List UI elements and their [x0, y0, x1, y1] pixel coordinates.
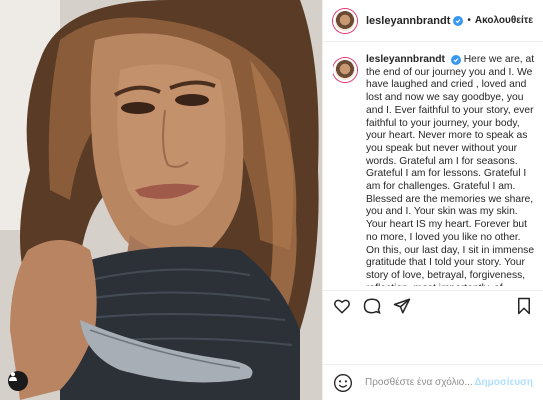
avatar[interactable] [333, 58, 357, 82]
post-sidebar: lesleyannbrandt • Ακολουθείτε lesleyannb… [322, 0, 543, 400]
smile-icon[interactable] [333, 373, 353, 393]
tagged-user-button[interactable] [8, 371, 28, 391]
separator-dot: • [467, 15, 471, 26]
post-comment-button[interactable]: Δημοσίευση [474, 377, 533, 388]
caption-body: Here we are, at the end of our journey y… [366, 54, 535, 286]
following-button[interactable]: Ακολουθείτε [475, 15, 533, 26]
username-link[interactable]: lesleyannbrandt [366, 15, 450, 27]
add-comment-bar: Προσθέστε ένα σχόλιο... Δημοσίευση [323, 364, 543, 400]
post-header: lesleyannbrandt • Ακολουθείτε [323, 0, 543, 42]
portrait-image [0, 0, 322, 400]
share-icon [393, 298, 411, 313]
caption-text: lesleyannbrandt Here we are, at the end … [366, 54, 535, 286]
user-tag-icon [9, 372, 17, 381]
comment-button[interactable] [361, 295, 383, 317]
verified-badge-icon [453, 15, 464, 26]
caption-username[interactable]: lesleyannbrandt [366, 54, 445, 65]
action-bar [323, 290, 543, 320]
verified-badge-icon [450, 55, 461, 65]
like-button[interactable] [331, 295, 353, 317]
save-button[interactable] [513, 295, 535, 317]
post-photo[interactable] [0, 0, 322, 400]
bookmark-icon [518, 297, 530, 314]
heart-icon [334, 299, 350, 314]
comment-input[interactable]: Προσθέστε ένα σχόλιο... [365, 377, 474, 388]
caption-section: lesleyannbrandt Here we are, at the end … [333, 54, 535, 286]
comment-icon [363, 297, 381, 314]
share-button[interactable] [391, 295, 413, 317]
avatar[interactable] [333, 8, 357, 33]
